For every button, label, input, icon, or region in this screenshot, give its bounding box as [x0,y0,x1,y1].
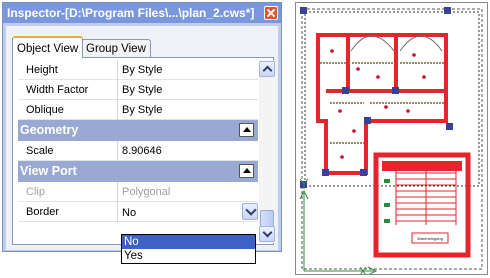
chevron-down-icon[interactable] [242,203,258,220]
floor-plan-drawing: Wareneingang [299,7,483,274]
arch-2 [399,35,443,52]
border-combo[interactable]: No [122,203,258,221]
border-dropdown-list[interactable]: No Yes [121,234,256,264]
border-combo-value: No [122,207,137,219]
dropdown-option-yes[interactable]: Yes [122,249,255,263]
ucs-axis-icon [299,178,378,274]
close-icon[interactable] [264,6,278,20]
property-row-scale[interactable]: Scale 8.90646 [18,141,258,161]
dropdown-option-no[interactable]: No [122,235,255,249]
property-row-border[interactable]: Border No [18,202,258,222]
tab-group-view[interactable]: Group View [81,39,151,57]
selection-frame [304,11,480,187]
tab-object-view[interactable]: Object View [12,36,84,58]
property-row-clip: Clip Polygonal [18,182,258,202]
property-value[interactable]: By Style [122,60,162,80]
property-row-oblique[interactable]: Oblique By Style [18,100,258,120]
property-value[interactable]: By Style [122,80,162,100]
collapse-icon[interactable] [239,123,254,137]
category-geometry[interactable]: Geometry [18,120,258,141]
title-bar[interactable]: Inspector-[D:\Program Files\...\plan_2.c… [3,3,281,23]
property-name: Oblique [18,100,118,120]
drawing-canvas[interactable]: Wareneingang [295,2,488,275]
property-row-height[interactable]: Height By Style [18,60,258,80]
vertical-scrollbar[interactable] [259,60,275,243]
plan-inner-lines [320,62,444,144]
arch-1 [350,35,395,52]
property-name: Clip [18,182,118,202]
property-value[interactable]: 8.90646 [122,141,162,161]
plan-markers [330,49,426,159]
property-value: Polygonal [122,186,171,198]
category-view-port[interactable]: View Port [18,161,258,182]
property-name: Scale [18,141,118,161]
window-title: Inspector-[D:\Program Files\...\plan_2.c… [7,6,255,20]
scroll-up-icon[interactable] [259,61,275,77]
property-row-width-factor[interactable]: Width Factor By Style [18,80,258,100]
category-label: Geometry [20,123,79,137]
collapse-icon[interactable] [239,164,254,178]
plan-walls-upper [316,33,448,175]
stair-caption: Wareneingang [417,236,443,241]
property-value[interactable]: By Style [122,100,162,120]
property-name: Width Factor [18,80,118,100]
inspector-window: Inspector-[D:\Program Files\...\plan_2.c… [2,2,282,252]
property-name: Height [18,60,118,80]
property-name: Border [18,202,118,222]
property-grid: Height By Style Width Factor By Style Ob… [18,60,258,222]
scroll-down-icon[interactable] [259,226,275,242]
category-label: View Port [20,164,77,178]
staircase: Wareneingang [373,152,471,258]
